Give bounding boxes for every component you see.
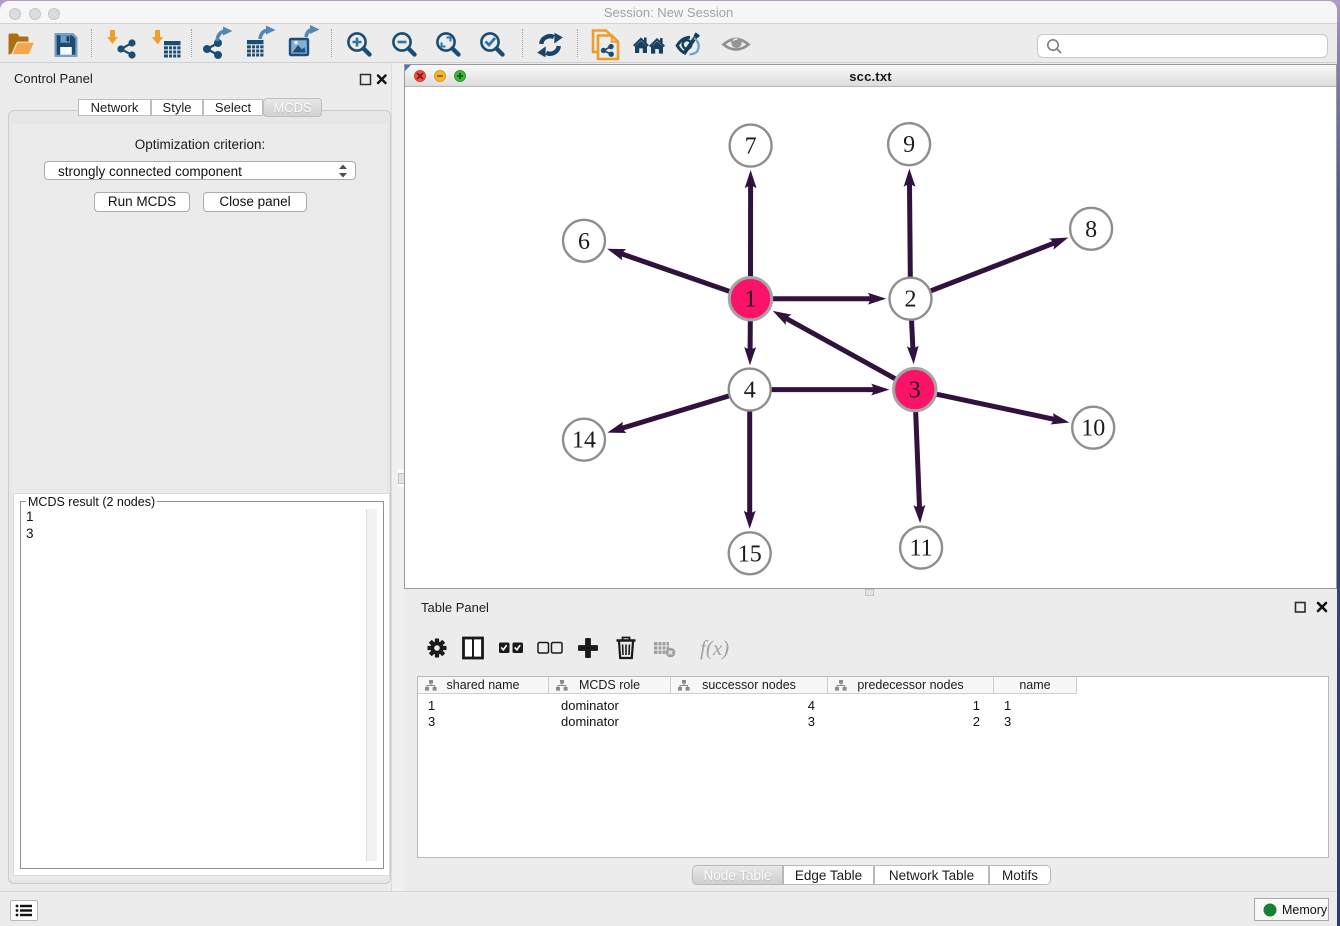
- svg-text:8: 8: [1085, 217, 1097, 243]
- svg-text:2: 2: [905, 287, 917, 313]
- svg-text:7: 7: [745, 134, 757, 160]
- svg-text:11: 11: [910, 536, 933, 562]
- svg-text:3: 3: [909, 378, 921, 404]
- svg-text:f(x): f(x): [700, 636, 729, 660]
- svg-text:4: 4: [744, 378, 756, 404]
- svg-text:14: 14: [572, 428, 596, 454]
- svg-text:1: 1: [745, 287, 757, 313]
- svg-text:15: 15: [738, 541, 762, 567]
- svg-text:6: 6: [578, 229, 590, 255]
- svg-text:10: 10: [1081, 416, 1105, 442]
- svg-text:9: 9: [903, 132, 915, 158]
